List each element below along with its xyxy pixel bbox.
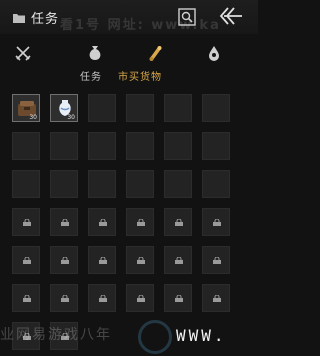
top-bar: 任务 看1号 网址: www.ka bbox=[0, 0, 258, 34]
inventory-slot[interactable] bbox=[88, 170, 116, 198]
title-area: 任务 bbox=[12, 8, 59, 27]
lock-icon bbox=[61, 257, 69, 264]
inventory-slot[interactable] bbox=[164, 246, 192, 274]
lock-icon bbox=[213, 257, 221, 264]
inventory-slot[interactable] bbox=[202, 246, 230, 274]
inventory-slot[interactable] bbox=[88, 94, 116, 122]
search-icon[interactable] bbox=[178, 8, 196, 26]
lock-icon bbox=[23, 219, 31, 226]
inventory-slot[interactable] bbox=[12, 208, 40, 236]
inventory-slot[interactable] bbox=[164, 94, 192, 122]
lock-icon bbox=[213, 219, 221, 226]
folder-icon bbox=[13, 13, 25, 23]
drop-icon[interactable] bbox=[205, 44, 223, 62]
bag-icon[interactable] bbox=[86, 44, 104, 62]
inventory-slot[interactable] bbox=[126, 94, 154, 122]
lock-icon bbox=[137, 219, 145, 226]
tab-market-goods[interactable]: 市买货物 bbox=[118, 68, 162, 83]
inventory-slot[interactable] bbox=[12, 284, 40, 312]
watermark-logo bbox=[138, 320, 172, 354]
inventory-slot[interactable] bbox=[50, 246, 78, 274]
inventory-slot[interactable] bbox=[126, 170, 154, 198]
inventory-slot[interactable] bbox=[88, 132, 116, 160]
page-title: 任务 bbox=[31, 12, 60, 27]
inventory-slot[interactable] bbox=[50, 284, 78, 312]
inventory-slot[interactable] bbox=[88, 284, 116, 312]
watermark-right-text: WWW. bbox=[176, 326, 227, 345]
inventory-slot[interactable] bbox=[88, 208, 116, 236]
lock-icon bbox=[99, 219, 107, 226]
inventory-slot[interactable] bbox=[164, 170, 192, 198]
lock-icon bbox=[61, 295, 69, 302]
lock-icon bbox=[175, 219, 183, 226]
inventory-slot[interactable] bbox=[164, 132, 192, 160]
lock-icon bbox=[23, 257, 31, 264]
inventory-slot[interactable] bbox=[126, 284, 154, 312]
inventory-slot[interactable] bbox=[164, 284, 192, 312]
item-quantity: 30 bbox=[67, 114, 75, 121]
lock-icon bbox=[61, 219, 69, 226]
watermark-top: 看1号 网址: www.ka bbox=[60, 18, 221, 33]
inventory-slot[interactable] bbox=[12, 132, 40, 160]
inventory-slot[interactable] bbox=[202, 94, 230, 122]
inventory-slot[interactable] bbox=[202, 208, 230, 236]
subtab-bar: 任务 市买货物 bbox=[0, 68, 258, 86]
watermark-bottom: 业网易游戏八年 WWW. bbox=[0, 318, 258, 356]
inventory-slot[interactable] bbox=[202, 284, 230, 312]
category-bar bbox=[0, 36, 258, 66]
inventory-slot[interactable] bbox=[202, 132, 230, 160]
inventory-slot[interactable] bbox=[50, 132, 78, 160]
item-quantity: 30 bbox=[29, 114, 37, 121]
lock-icon bbox=[213, 295, 221, 302]
lock-icon bbox=[99, 257, 107, 264]
lock-icon bbox=[137, 257, 145, 264]
crossed-swords-icon[interactable] bbox=[14, 44, 32, 62]
lock-icon bbox=[175, 295, 183, 302]
back-icon[interactable] bbox=[218, 6, 244, 26]
inventory-slot[interactable] bbox=[202, 170, 230, 198]
inventory-slot[interactable] bbox=[126, 208, 154, 236]
inventory-slot[interactable] bbox=[12, 246, 40, 274]
lock-icon bbox=[137, 295, 145, 302]
tab-task[interactable]: 任务 bbox=[80, 68, 102, 83]
scroll-icon[interactable] bbox=[146, 44, 164, 62]
inventory-slot[interactable] bbox=[126, 132, 154, 160]
inventory-slot[interactable]: 30 bbox=[12, 94, 40, 122]
lock-icon bbox=[99, 295, 107, 302]
watermark-left-text: 业网易游戏八年 bbox=[0, 327, 112, 343]
inventory-slot[interactable]: 30 bbox=[50, 94, 78, 122]
inventory-slot[interactable] bbox=[126, 246, 154, 274]
inventory-slot[interactable] bbox=[164, 208, 192, 236]
lock-icon bbox=[175, 257, 183, 264]
inventory-slot[interactable] bbox=[88, 246, 116, 274]
inventory-slot[interactable] bbox=[12, 170, 40, 198]
inventory-slot[interactable] bbox=[50, 208, 78, 236]
lock-icon bbox=[23, 295, 31, 302]
inventory-slot[interactable] bbox=[50, 170, 78, 198]
